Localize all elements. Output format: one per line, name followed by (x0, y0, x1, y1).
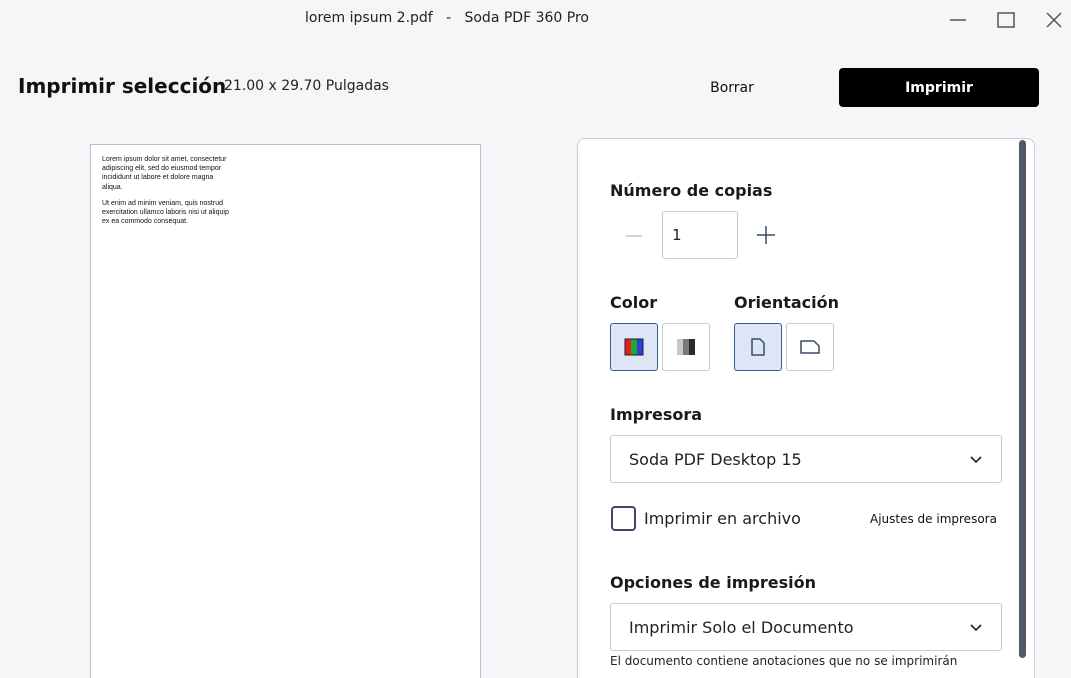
page-title: Imprimir selección (18, 74, 227, 98)
minimize-icon (950, 19, 966, 21)
print-options-select[interactable]: Imprimir Solo el Documento (610, 603, 1002, 651)
grayscale-mode-button[interactable] (662, 323, 710, 371)
chevron-down-icon (970, 456, 982, 464)
plus-icon (757, 226, 775, 244)
preview-paragraph: Ut enim ad minim veniam, quis nostrud ex… (102, 200, 229, 226)
close-icon (1046, 12, 1062, 28)
minus-icon (626, 235, 642, 237)
printer-select-value: Soda PDF Desktop 15 (629, 449, 802, 469)
chevron-down-icon (970, 624, 982, 632)
page-preview: Lorem ipsum dolor sit amet, consectetur … (90, 144, 481, 678)
copies-input[interactable] (662, 211, 738, 259)
color-label: Color (610, 293, 658, 312)
landscape-orientation-button[interactable] (786, 323, 834, 371)
increment-button[interactable] (752, 221, 780, 249)
preview-paragraph: Lorem ipsum dolor sit amet, consectetur … (102, 156, 227, 191)
portrait-orientation-button[interactable] (734, 323, 782, 371)
title-bar: lorem ipsum 2.pdf - Soda PDF 360 Pro (0, 0, 1071, 40)
print-options-value: Imprimir Solo el Documento (629, 617, 854, 637)
orientation-label: Orientación (734, 293, 840, 312)
landscape-page-icon (800, 340, 820, 354)
close-button[interactable] (1042, 8, 1066, 32)
printer-label: Impresora (610, 405, 703, 424)
clear-button[interactable]: Borrar (690, 68, 774, 107)
copies-label: Número de copias (610, 181, 773, 200)
page-size-label: 21.00 x 29.70 Pulgadas (224, 78, 389, 94)
print-options-label: Opciones de impresión (610, 573, 816, 592)
window-title: lorem ipsum 2.pdf - Soda PDF 360 Pro (305, 10, 589, 26)
maximize-button[interactable] (994, 8, 1018, 32)
panel-scrollbar[interactable] (1019, 140, 1026, 658)
color-mode-button[interactable] (610, 323, 658, 371)
printer-select[interactable]: Soda PDF Desktop 15 (610, 435, 1002, 483)
printer-settings-link[interactable]: Ajustes de impresora (870, 512, 997, 526)
portrait-page-icon (751, 338, 765, 356)
grayscale-icon (677, 339, 695, 355)
annotations-note: El documento contiene anotaciones que no… (610, 654, 958, 668)
print-to-file-checkbox[interactable] (611, 506, 636, 531)
color-icon (624, 338, 644, 356)
print-button[interactable]: Imprimir (839, 68, 1039, 107)
decrement-button[interactable] (620, 222, 648, 250)
maximize-icon (997, 12, 1015, 28)
print-to-file-label[interactable]: Imprimir en archivo (644, 509, 801, 528)
minimize-button[interactable] (946, 8, 970, 32)
